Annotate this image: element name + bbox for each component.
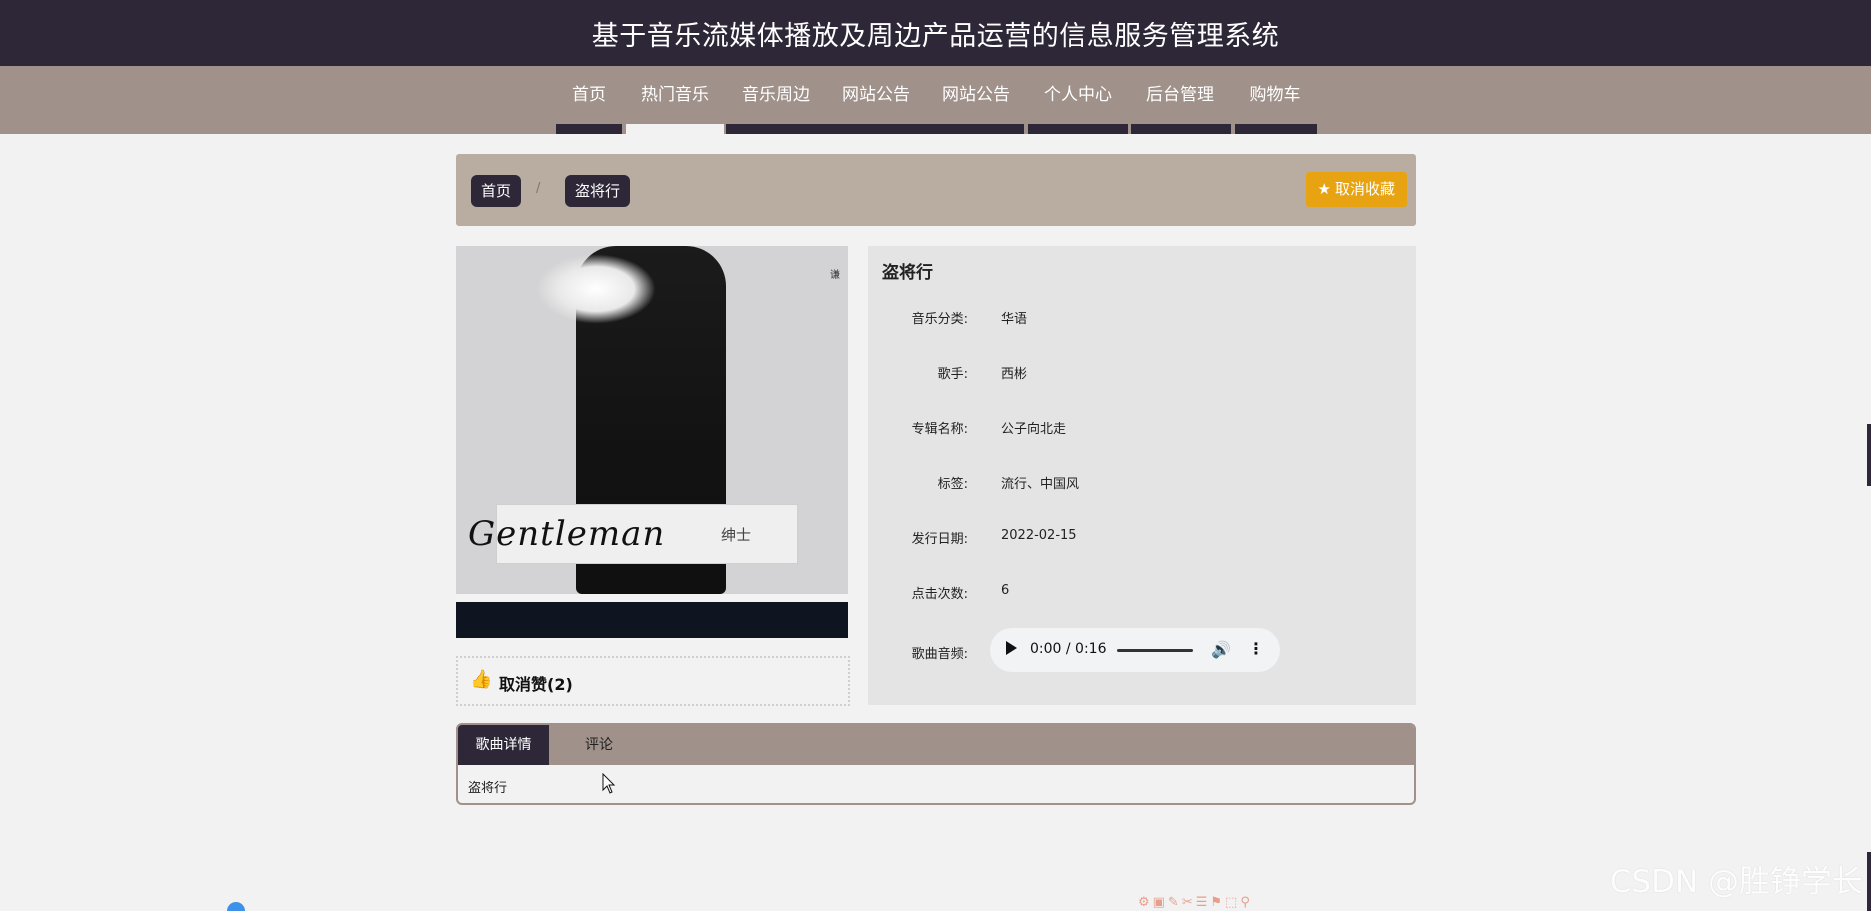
info-row-audio: 歌曲音频: 0:00 / 0:16 🔊 ⋮ bbox=[868, 628, 1416, 672]
info-label: 歌手: bbox=[937, 367, 968, 382]
info-value: 流行、中国风 bbox=[1001, 477, 1080, 492]
mouse-cursor bbox=[602, 772, 618, 795]
info-label: 标签: bbox=[937, 477, 968, 492]
nav-underline-active bbox=[626, 124, 724, 134]
info-label: 音乐分类: bbox=[911, 312, 968, 327]
unlike-button[interactable]: 👍 取消赞(2) bbox=[456, 656, 850, 706]
unlike-label: 取消赞(2) bbox=[499, 675, 573, 694]
info-value: 2022-02-15 bbox=[1001, 528, 1077, 543]
info-row-release-date: 发行日期: 2022-02-15 bbox=[868, 528, 1416, 548]
info-label: 专辑名称: bbox=[911, 422, 968, 437]
star-icon: ★ bbox=[1317, 180, 1331, 198]
info-row-clicks: 点击次数: 6 bbox=[868, 583, 1416, 603]
audio-progress-bar[interactable] bbox=[1117, 649, 1193, 652]
toolbar-icons: ⚙▣✎✂☰⚑⬚⚲ bbox=[1138, 895, 1253, 910]
audio-player[interactable]: 0:00 / 0:16 🔊 ⋮ bbox=[990, 628, 1280, 672]
info-label: 歌曲音频: bbox=[911, 647, 968, 662]
nav-underline bbox=[1235, 124, 1317, 134]
cover-bottom-strip bbox=[456, 602, 848, 638]
thumbs-up-icon: 👍 bbox=[470, 669, 493, 690]
unfavorite-button[interactable]: ★ 取消收藏 bbox=[1305, 172, 1407, 207]
info-label: 点击次数: bbox=[911, 587, 968, 602]
album-cover: 谦 Gentleman 绅士 bbox=[456, 246, 848, 638]
volume-icon[interactable]: 🔊 bbox=[1211, 640, 1231, 659]
nav-underline bbox=[726, 124, 1024, 134]
nav-item-hot-music[interactable]: 热门音乐 bbox=[637, 66, 713, 124]
nav-item-admin[interactable]: 后台管理 bbox=[1142, 66, 1218, 124]
watermark: CSDN @胜铮学长 bbox=[1609, 864, 1863, 900]
breadcrumb-home[interactable]: 首页 bbox=[471, 175, 522, 207]
info-value: 华语 bbox=[1001, 312, 1028, 327]
info-value: 公子向北走 bbox=[1001, 422, 1067, 437]
info-value: 6 bbox=[1001, 583, 1010, 598]
nav-underline bbox=[1028, 124, 1128, 134]
nav-item-announcements[interactable]: 网站公告 bbox=[838, 66, 914, 124]
info-row-singer: 歌手: 西彬 bbox=[868, 363, 1416, 383]
info-label: 发行日期: bbox=[911, 532, 968, 547]
cover-signature: Gentleman bbox=[468, 514, 666, 554]
song-title: 盗将行 bbox=[882, 263, 933, 283]
audio-time: 0:00 / 0:16 bbox=[1030, 641, 1107, 657]
floating-dot[interactable] bbox=[227, 902, 245, 911]
nav-underline bbox=[1131, 124, 1231, 134]
tab-content: 盗将行 bbox=[468, 781, 508, 796]
info-row-album: 专辑名称: 公子向北走 bbox=[868, 418, 1416, 438]
cover-text: 绅士 bbox=[721, 526, 752, 544]
info-row-category: 音乐分类: 华语 bbox=[868, 308, 1416, 328]
top-header: 基于音乐流媒体播放及周边产品运营的信息服务管理系统 bbox=[0, 0, 1871, 66]
cover-cloud bbox=[536, 254, 656, 324]
nav-item-music-merch[interactable]: 音乐周边 bbox=[738, 66, 814, 124]
nav-item-home[interactable]: 首页 bbox=[570, 66, 608, 124]
song-tabs: 歌曲详情 评论 盗将行 bbox=[456, 723, 1416, 805]
cover-divider bbox=[456, 594, 848, 602]
song-info-panel: 盗将行 音乐分类: 华语 歌手: 西彬 专辑名称: 公子向北走 标签: 流行、中… bbox=[868, 246, 1416, 705]
breadcrumb: 首页 / 盗将行 ★ 取消收藏 bbox=[456, 154, 1416, 226]
breadcrumb-current[interactable]: 盗将行 bbox=[565, 175, 631, 207]
breadcrumb-separator: / bbox=[536, 181, 541, 196]
nav-item-personal-center[interactable]: 个人中心 bbox=[1040, 66, 1116, 124]
scrollbar-thumb[interactable] bbox=[1867, 424, 1871, 486]
info-value: 西彬 bbox=[1001, 367, 1028, 382]
scrollbar-thumb-bottom[interactable] bbox=[1867, 852, 1871, 911]
play-icon[interactable] bbox=[1006, 641, 1017, 655]
tabs-header: 歌曲详情 评论 bbox=[458, 725, 1414, 765]
nav-underline bbox=[556, 124, 622, 134]
tab-song-details[interactable]: 歌曲详情 bbox=[458, 725, 549, 765]
nav-item-announcements-2[interactable]: 网站公告 bbox=[938, 66, 1014, 124]
info-row-tags: 标签: 流行、中国风 bbox=[868, 473, 1416, 493]
cover-corner-text: 谦 bbox=[830, 270, 840, 281]
nav-item-cart[interactable]: 购物车 bbox=[1244, 66, 1306, 124]
more-options-icon[interactable]: ⋮ bbox=[1248, 639, 1264, 658]
site-title: 基于音乐流媒体播放及周边产品运营的信息服务管理系统 bbox=[591, 20, 1280, 52]
unfavorite-label: 取消收藏 bbox=[1334, 180, 1395, 198]
tab-comments[interactable]: 评论 bbox=[549, 725, 649, 765]
